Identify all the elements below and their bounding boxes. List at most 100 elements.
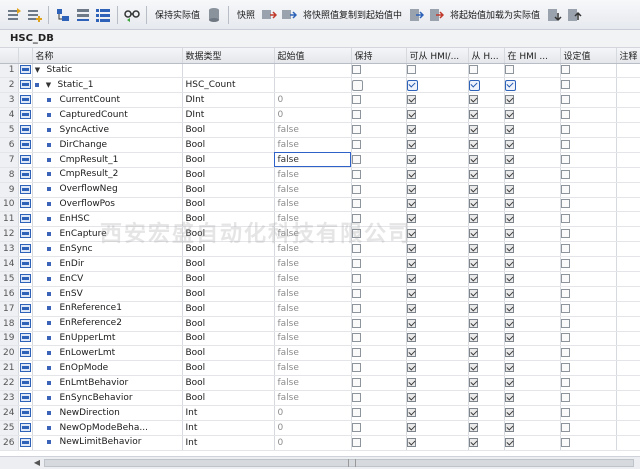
retain-checkbox[interactable]: [351, 303, 361, 313]
name-cell[interactable]: EnOpMode: [32, 360, 183, 377]
hmi-visible-cell[interactable]: [468, 122, 505, 138]
hmi-accessible-checkbox[interactable]: [406, 273, 416, 283]
row-number[interactable]: 15: [0, 271, 19, 287]
hmi-setpoint-checkbox[interactable]: [504, 288, 514, 298]
hmi-visible-cell[interactable]: [468, 92, 505, 109]
row-number[interactable]: 20: [0, 345, 19, 362]
row-number[interactable]: 9: [0, 182, 19, 198]
start-value-cell[interactable]: [274, 63, 352, 79]
hmi-visible-checkbox[interactable]: [468, 65, 478, 75]
hmi-setpoint-cell[interactable]: [504, 435, 561, 451]
hmi-visible-checkbox[interactable]: [468, 95, 478, 105]
insert-row-icon[interactable]: [6, 7, 22, 23]
retain-checkbox[interactable]: [351, 154, 361, 164]
hmi-visible-checkbox[interactable]: [468, 407, 478, 417]
comment-cell[interactable]: [616, 316, 640, 332]
header-datatype[interactable]: 数据类型: [182, 48, 275, 64]
hmi-accessible-cell[interactable]: [406, 241, 469, 258]
hmi-visible-checkbox[interactable]: [468, 303, 478, 313]
hmi-visible-checkbox[interactable]: [468, 393, 478, 403]
start-value-cell[interactable]: false: [274, 226, 352, 243]
setpoint-checkbox[interactable]: [560, 184, 570, 194]
hmi-setpoint-checkbox[interactable]: [504, 110, 514, 120]
row-number[interactable]: 24: [0, 405, 19, 421]
retain-checkbox[interactable]: [351, 407, 361, 417]
setpoint-cell[interactable]: [560, 256, 617, 272]
setpoint-cell[interactable]: [560, 241, 617, 258]
datatype-cell[interactable]: Bool: [182, 331, 275, 347]
hmi-setpoint-cell[interactable]: [504, 301, 561, 317]
hmi-setpoint-checkbox[interactable]: [504, 154, 514, 164]
comment-cell[interactable]: [616, 182, 640, 198]
name-cell[interactable]: CmpResult_1: [32, 152, 183, 168]
hmi-accessible-checkbox[interactable]: [406, 154, 416, 164]
table-row[interactable]: 2 ▼ Static_1 HSC_Count: [0, 77, 640, 94]
setpoint-checkbox[interactable]: [560, 110, 570, 120]
comment-cell[interactable]: [616, 152, 640, 168]
start-value-cell[interactable]: 0: [274, 420, 352, 436]
table-row[interactable]: 19 EnUpperLmt Bool false: [0, 331, 640, 347]
start-value-cell[interactable]: false: [274, 152, 352, 168]
hmi-setpoint-cell[interactable]: [504, 122, 561, 138]
retain-cell[interactable]: [351, 197, 407, 213]
retain-cell[interactable]: [351, 92, 407, 109]
hmi-setpoint-cell[interactable]: [504, 137, 561, 153]
snapshot-button[interactable]: 快照: [237, 8, 255, 21]
start-value-cell[interactable]: false: [274, 271, 352, 287]
retain-cell[interactable]: [351, 226, 407, 243]
hmi-setpoint-cell[interactable]: [504, 182, 561, 198]
setpoint-checkbox[interactable]: [560, 95, 570, 105]
row-number[interactable]: 8: [0, 167, 19, 183]
hmi-visible-cell[interactable]: [468, 77, 505, 94]
header-hmi-setpoint[interactable]: 在 HMI ...: [504, 48, 561, 64]
header-name[interactable]: 名称: [32, 48, 183, 64]
setpoint-checkbox[interactable]: [560, 378, 570, 388]
retain-cell[interactable]: [351, 286, 407, 302]
datatype-cell[interactable]: Bool: [182, 360, 275, 377]
hmi-visible-checkbox[interactable]: [468, 214, 478, 224]
datatype-cell[interactable]: Bool: [182, 286, 275, 302]
hmi-visible-checkbox[interactable]: [468, 229, 478, 239]
row-number[interactable]: 7: [0, 152, 19, 168]
hmi-setpoint-checkbox[interactable]: [504, 125, 514, 134]
datatype-cell[interactable]: [182, 63, 275, 79]
retain-cell[interactable]: [351, 152, 407, 168]
hmi-accessible-checkbox[interactable]: [406, 95, 416, 105]
comment-cell[interactable]: [616, 122, 640, 138]
hmi-setpoint-cell[interactable]: [504, 360, 561, 377]
retain-checkbox[interactable]: [351, 259, 361, 269]
setpoint-cell[interactable]: [560, 77, 617, 94]
name-cell[interactable]: ▼ Static_1: [32, 77, 183, 94]
setpoint-cell[interactable]: [560, 107, 617, 124]
start-value-cell[interactable]: 0: [274, 107, 352, 124]
hmi-visible-checkbox[interactable]: [468, 169, 478, 179]
row-number[interactable]: 13: [0, 241, 19, 258]
hmi-setpoint-cell[interactable]: [504, 331, 561, 347]
setpoint-cell[interactable]: [560, 420, 617, 436]
datatype-cell[interactable]: DInt: [182, 107, 275, 124]
row-number[interactable]: 1: [0, 63, 19, 79]
hmi-accessible-checkbox[interactable]: [406, 110, 416, 120]
setpoint-cell[interactable]: [560, 211, 617, 228]
retain-cell[interactable]: [351, 271, 407, 287]
retain-checkbox[interactable]: [351, 363, 361, 373]
hmi-visible-cell[interactable]: [468, 331, 505, 347]
scroll-left-icon[interactable]: ◀: [32, 458, 42, 468]
setpoint-checkbox[interactable]: [560, 229, 570, 239]
collapse-arrow-icon[interactable]: ▼: [33, 66, 43, 74]
datatype-cell[interactable]: Int: [182, 405, 275, 421]
comment-cell[interactable]: [616, 405, 640, 421]
hmi-accessible-checkbox[interactable]: [406, 318, 416, 328]
hmi-visible-cell[interactable]: [468, 316, 505, 332]
setpoint-cell[interactable]: [560, 316, 617, 332]
hmi-accessible-checkbox[interactable]: [406, 363, 416, 373]
load-start-as-actual-button[interactable]: 将起始值加载为实际值: [450, 8, 540, 21]
hmi-visible-cell[interactable]: [468, 271, 505, 287]
header-hmi-visible[interactable]: 从 H...: [468, 48, 505, 64]
retain-checkbox[interactable]: [351, 125, 361, 134]
start-value-cell[interactable]: false: [274, 256, 352, 272]
datatype-cell[interactable]: Bool: [182, 226, 275, 243]
table-row[interactable]: 24 NewDirection Int 0: [0, 405, 640, 421]
hmi-setpoint-cell[interactable]: [504, 420, 561, 436]
setpoint-checkbox[interactable]: [560, 80, 570, 90]
